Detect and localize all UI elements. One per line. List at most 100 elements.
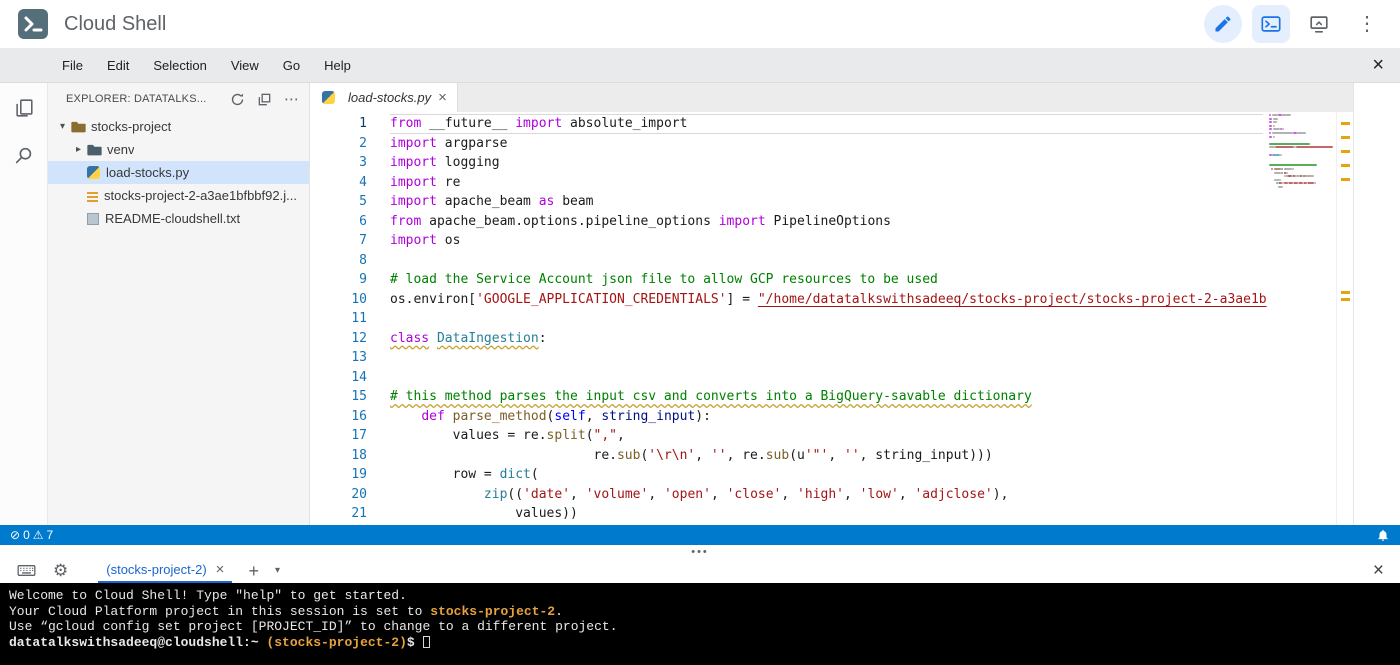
line-content: from apache_beam.options.pipeline_option… xyxy=(390,213,891,229)
open-in-new-window-icon xyxy=(1308,13,1330,35)
tree-item-readme-cloudshell-txt[interactable]: README-cloudshell.txt xyxy=(48,207,309,230)
python-file-icon xyxy=(322,91,335,104)
header-actions: ⋮ xyxy=(1204,5,1386,43)
code-area[interactable]: 1 from __future__ import absolute_import 2… xyxy=(310,112,1353,525)
code-line-3[interactable]: 3 import logging xyxy=(310,153,1263,173)
code-line-1[interactable]: 1 from __future__ import absolute_import xyxy=(310,114,1263,134)
menu-view[interactable]: View xyxy=(219,58,271,73)
collapse-all-icon[interactable] xyxy=(257,92,272,107)
refresh-icon[interactable] xyxy=(230,92,245,107)
code-line-7[interactable]: 7 import os xyxy=(310,231,1263,251)
code-line-5[interactable]: 5 import apache_beam as beam xyxy=(310,192,1263,212)
terminal-icon xyxy=(1260,13,1282,35)
tab-close-icon[interactable]: × xyxy=(438,90,447,105)
pencil-icon xyxy=(1213,14,1233,34)
line-content: row = dict( xyxy=(390,467,539,482)
code-line-16[interactable]: 16 def parse_method(self, string_input): xyxy=(310,407,1263,427)
code-line-15[interactable]: 15 # this method parses the input csv and… xyxy=(310,387,1263,407)
code-line-4[interactable]: 4 import re xyxy=(310,173,1263,193)
line-content: values = re.split(",", xyxy=(390,428,625,443)
terminal-settings-icon[interactable]: ⚙ xyxy=(53,562,68,579)
code-line-10[interactable]: 10 os.environ['GOOGLE_APPLICATION_CREDENT… xyxy=(310,290,1266,310)
new-terminal-icon[interactable]: + xyxy=(248,562,259,580)
code-line-12[interactable]: 12 class DataIngestion: xyxy=(310,329,1263,349)
terminal-tab[interactable]: (stocks-project-2) × xyxy=(98,558,233,583)
editor-body[interactable]: 1 from __future__ import absolute_import 2… xyxy=(310,112,1353,525)
menu-go[interactable]: Go xyxy=(271,58,312,73)
code-line-19[interactable]: 19 row = dict( xyxy=(310,465,1263,485)
terminal-line: Your Cloud Platform project in this sess… xyxy=(9,603,563,619)
tab-load-stocks-py[interactable]: load-stocks.py × xyxy=(310,83,458,112)
code-line-2[interactable]: 2 import argparse xyxy=(310,134,1263,154)
open-terminal-button[interactable] xyxy=(1252,5,1290,43)
search-activity-icon[interactable] xyxy=(13,145,35,167)
overview-ruler[interactable] xyxy=(1336,112,1353,525)
text-icon xyxy=(87,212,99,225)
line-number: 9 xyxy=(359,272,367,287)
tree-item-stocks-project[interactable]: ▾ stocks-project xyxy=(48,115,309,138)
warning-marker xyxy=(1341,298,1350,301)
panel-drag-handle[interactable]: ••• xyxy=(0,545,1400,558)
warnings-count: 7 xyxy=(46,528,54,542)
minimap[interactable] xyxy=(1269,114,1335,525)
line-number: 14 xyxy=(351,369,367,385)
code-line-17[interactable]: 17 values = re.split(",", xyxy=(310,426,1263,446)
file-label: venv xyxy=(107,142,135,157)
menu-selection[interactable]: Selection xyxy=(141,58,218,73)
line-number: 8 xyxy=(359,252,367,268)
expand-arrow-icon[interactable]: ▾ xyxy=(56,121,69,132)
code-line-6[interactable]: 6 from apache_beam.options.pipeline_optio… xyxy=(310,212,1263,232)
line-content: import argparse xyxy=(390,135,508,151)
line-content xyxy=(390,309,1263,329)
folder-open-icon xyxy=(71,120,86,133)
terminal[interactable]: Welcome to Cloud Shell! Type "help" to g… xyxy=(0,583,1400,665)
expand-arrow-icon[interactable]: ▸ xyxy=(72,144,85,155)
app-title: Cloud Shell xyxy=(64,12,167,35)
terminal-header: ⚙ (stocks-project-2) × + ▾ × xyxy=(0,558,1400,583)
terminal-dropdown-icon[interactable]: ▾ xyxy=(275,565,280,576)
code-line-18[interactable]: 18 re.sub('\r\n', '', re.sub(u'"', '', s… xyxy=(310,446,1263,466)
tree-item-venv[interactable]: ▸ venv xyxy=(48,138,309,161)
more-vert-icon: ⋮ xyxy=(1357,13,1377,35)
explorer-panel: EXPLORER: DATATALKS... ⋯ ▾ stocks-project… xyxy=(48,83,310,525)
app-header: Cloud Shell ⋮ xyxy=(0,0,1400,48)
line-content: import logging xyxy=(390,155,500,170)
menu-help[interactable]: Help xyxy=(312,58,363,73)
explorer-activity-icon[interactable] xyxy=(13,97,35,119)
problems-indicator[interactable]: ⊘ 0 ⚠ 7 xyxy=(10,528,53,542)
file-label: stocks-project xyxy=(91,119,172,134)
line-content: # load the Service Account json file to … xyxy=(390,272,938,287)
terminal-tab-close-icon[interactable]: × xyxy=(216,562,225,577)
explorer-more-icon[interactable]: ⋯ xyxy=(284,92,299,107)
close-panel-button[interactable]: × xyxy=(1373,561,1384,580)
code-line-11[interactable]: 11 xyxy=(310,309,1263,329)
line-content: os.environ['GOOGLE_APPLICATION_CREDENTIA… xyxy=(390,291,1267,307)
code-line-13[interactable]: 13 xyxy=(310,348,1263,368)
json-icon xyxy=(87,189,98,202)
line-number: 19 xyxy=(351,467,367,482)
menu-file[interactable]: File xyxy=(50,58,95,73)
code-line-14[interactable]: 14 xyxy=(310,368,1263,388)
line-number: 11 xyxy=(351,311,367,326)
code-line-9[interactable]: 9 # load the Service Account json file to… xyxy=(310,270,1263,290)
keyboard-icon[interactable] xyxy=(16,560,37,581)
line-number: 15 xyxy=(351,389,367,404)
close-editor-button[interactable]: × xyxy=(1372,55,1384,75)
code-line-21[interactable]: 21 values)) xyxy=(310,504,1263,524)
code-line-20[interactable]: 20 zip(('date', 'volume', 'open', 'close… xyxy=(310,485,1263,505)
line-number: 16 xyxy=(351,408,367,424)
explorer-title: EXPLORER: DATATALKS... xyxy=(66,93,207,105)
status-bar: ⊘ 0 ⚠ 7 xyxy=(0,525,1400,545)
more-options-button[interactable]: ⋮ xyxy=(1348,5,1386,43)
edit-mode-button[interactable] xyxy=(1204,5,1242,43)
tree-item-load-stocks-py[interactable]: load-stocks.py xyxy=(48,161,309,184)
code-line-8[interactable]: 8 xyxy=(310,251,1263,271)
tree-item-stocks-project-2-a3ae1bfbbf92-j-[interactable]: stocks-project-2-a3ae1bfbbf92.j... xyxy=(48,184,309,207)
notifications-bell-icon[interactable] xyxy=(1376,528,1390,542)
menu-edit[interactable]: Edit xyxy=(95,58,141,73)
explorer-actions: ⋯ xyxy=(230,92,299,107)
cloud-shell-app: Cloud Shell ⋮ File Edit Selection View Go Hel… xyxy=(0,0,1400,665)
python-icon xyxy=(87,166,100,179)
menubar-items: File Edit Selection View Go Help xyxy=(50,58,363,73)
open-in-new-window-button[interactable] xyxy=(1300,5,1338,43)
